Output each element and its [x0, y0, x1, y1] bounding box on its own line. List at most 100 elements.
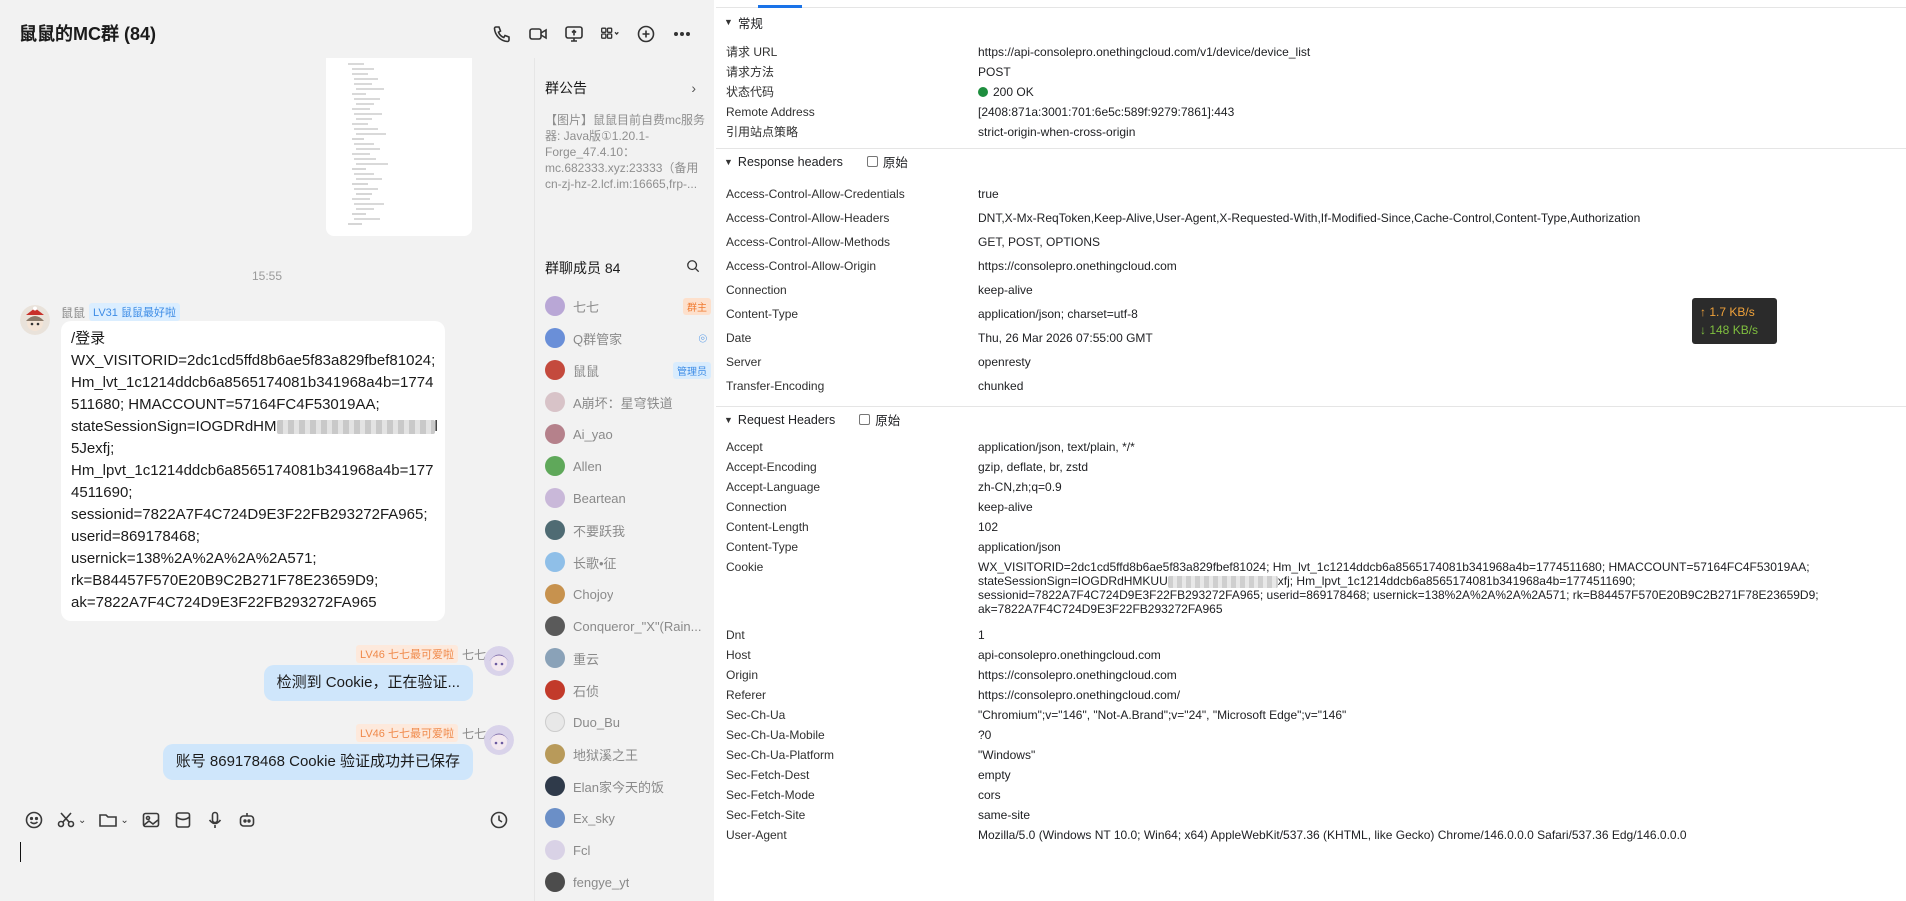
- microphone-icon[interactable]: [205, 810, 225, 830]
- message-list[interactable]: 15:55 鼠鼠 LV31 鼠鼠最好啦 /登录 WX_VISITORID=2dc…: [0, 58, 534, 798]
- member-item[interactable]: 地狱溪之王: [545, 742, 711, 766]
- apps-grid-icon[interactable]: [592, 22, 628, 46]
- header-value[interactable]: keep-alive: [978, 500, 1033, 514]
- group-notice-title[interactable]: 群公告: [545, 78, 587, 98]
- sender-name[interactable]: 七七: [462, 725, 486, 742]
- header-value[interactable]: application/json, text/plain, */*: [978, 440, 1135, 454]
- history-clock-icon[interactable]: [489, 810, 509, 830]
- video-call-icon[interactable]: [520, 22, 556, 46]
- raw-toggle[interactable]: 原始: [859, 410, 900, 429]
- header-value[interactable]: https://consolepro.onethingcloud.com/: [978, 688, 1180, 702]
- raw-checkbox[interactable]: [859, 414, 871, 425]
- section-response-headers[interactable]: ▼ Response headers 原始: [716, 148, 1906, 174]
- member-name: Ai_yao: [573, 426, 613, 442]
- sender-name[interactable]: 七七: [462, 646, 486, 663]
- member-item[interactable]: Fcl: [545, 838, 711, 862]
- robot-icon[interactable]: [237, 810, 257, 830]
- group-notice-text[interactable]: 【图片】鼠鼠目前自费mc服务器: Java版①1.20.1-Forge_47.4…: [545, 112, 705, 192]
- member-item[interactable]: 石侦: [545, 678, 711, 702]
- raw-checkbox[interactable]: [866, 156, 878, 167]
- header-value[interactable]: keep-alive: [978, 283, 1033, 297]
- header-value[interactable]: ?0: [978, 728, 991, 742]
- header-value[interactable]: 102: [978, 520, 998, 534]
- header-value[interactable]: https://consolepro.onethingcloud.com: [978, 259, 1177, 273]
- raw-toggle[interactable]: 原始: [866, 152, 908, 171]
- avatar[interactable]: [20, 305, 50, 335]
- screen-share-icon[interactable]: [556, 22, 592, 46]
- member-item[interactable]: Q群管家 ⌾: [545, 326, 711, 350]
- chevron-down-icon[interactable]: ⌄: [120, 815, 128, 826]
- member-item[interactable]: Ex_sky: [545, 806, 711, 830]
- header-value[interactable]: https://consolepro.onethingcloud.com: [978, 668, 1177, 682]
- chevron-right-icon[interactable]: ›: [691, 80, 696, 96]
- triangle-down-icon[interactable]: ▼: [724, 415, 733, 425]
- member-item[interactable]: Allen: [545, 454, 711, 478]
- section-request-headers[interactable]: ▼ Request Headers 原始: [716, 406, 1906, 432]
- header-value[interactable]: https://api-consolepro.onethingcloud.com…: [978, 45, 1310, 59]
- triangle-down-icon[interactable]: ▼: [724, 17, 733, 27]
- header-value[interactable]: application/json; charset=utf-8: [978, 307, 1138, 321]
- header-value[interactable]: [2408:871a:3001:701:6e5c:589f:9279:7861]…: [978, 105, 1234, 119]
- header-value[interactable]: GET, POST, OPTIONS: [978, 235, 1100, 249]
- cookie-value[interactable]: WX_VISITORID=2dc1cd5ffd8b6ae5f83a829fbef…: [978, 560, 1819, 616]
- member-item[interactable]: Elan家今天的饭: [545, 774, 711, 798]
- header-value[interactable]: DNT,X-Mx-ReqToken,Keep-Alive,User-Agent,…: [978, 211, 1640, 225]
- member-item[interactable]: Conqueror_"X"(Rain...: [545, 614, 711, 638]
- header-value[interactable]: same-site: [978, 808, 1030, 822]
- sender-line: LV46 七七最可爱啦 七七: [356, 645, 486, 663]
- header-value[interactable]: zh-CN,zh;q=0.9: [978, 480, 1062, 494]
- message-bubble[interactable]: 检测到 Cookie，正在验证...: [263, 665, 473, 701]
- header-value[interactable]: "Windows": [978, 748, 1035, 762]
- header-value[interactable]: chunked: [978, 379, 1023, 393]
- member-item[interactable]: 长歌•征: [545, 550, 711, 574]
- avatar[interactable]: [484, 725, 514, 755]
- message-bubble[interactable]: /登录 WX_VISITORID=2dc1cd5ffd8b6ae5f83a829…: [61, 321, 445, 621]
- message-input-caret[interactable]: [20, 842, 21, 862]
- member-item[interactable]: 七七 群主: [545, 294, 711, 318]
- header-key: Origin: [726, 668, 759, 682]
- member-avatar: [545, 712, 565, 732]
- triangle-down-icon[interactable]: ▼: [724, 157, 733, 167]
- member-item[interactable]: fengye_yt: [545, 870, 711, 894]
- member-item[interactable]: A崩坏：星穹铁道: [545, 390, 711, 414]
- network-speed-widget[interactable]: ↑ 1.7 KB/s ↓ 148 KB/s: [1692, 298, 1777, 344]
- image-message[interactable]: [326, 58, 472, 236]
- add-circle-icon[interactable]: [628, 22, 664, 46]
- screenshot-icon[interactable]: ⌄: [56, 810, 86, 830]
- status-code-value[interactable]: 200 OK: [978, 85, 1034, 99]
- chevron-down-icon[interactable]: ⌄: [78, 815, 86, 826]
- member-item[interactable]: Duo_Bu: [545, 710, 711, 734]
- header-value[interactable]: cors: [978, 788, 1001, 802]
- section-general[interactable]: ▼ 常规: [716, 9, 1906, 35]
- member-item[interactable]: Beartean: [545, 486, 711, 510]
- member-item[interactable]: Ai_yao: [545, 422, 711, 446]
- phone-call-icon[interactable]: [484, 22, 520, 46]
- header-value[interactable]: true: [978, 187, 999, 201]
- search-icon[interactable]: [686, 259, 700, 278]
- more-icon[interactable]: [664, 22, 700, 46]
- avatar[interactable]: [484, 646, 514, 676]
- red-packet-icon[interactable]: [173, 810, 193, 830]
- header-value[interactable]: application/json: [978, 540, 1061, 554]
- header-value[interactable]: gzip, deflate, br, zstd: [978, 460, 1088, 474]
- image-icon[interactable]: [141, 810, 161, 830]
- header-value[interactable]: Mozilla/5.0 (Windows NT 10.0; Win64; x64…: [978, 828, 1687, 842]
- header-value[interactable]: openresty: [978, 355, 1031, 369]
- header-value[interactable]: empty: [978, 768, 1011, 782]
- header-value[interactable]: "Chromium";v="146", "Not-A.Brand";v="24"…: [978, 708, 1346, 722]
- header-value[interactable]: strict-origin-when-cross-origin: [978, 125, 1135, 139]
- member-item[interactable]: Chojoy: [545, 582, 711, 606]
- sender-name[interactable]: 鼠鼠: [61, 304, 85, 321]
- member-item[interactable]: 鼠鼠 管理员: [545, 358, 711, 382]
- emoji-icon[interactable]: [24, 810, 44, 830]
- header-value[interactable]: 1: [978, 628, 985, 642]
- header-value[interactable]: api-consolepro.onethingcloud.com: [978, 648, 1161, 662]
- member-item[interactable]: 不要跃我: [545, 518, 711, 542]
- header-key: Connection: [726, 500, 787, 514]
- folder-icon[interactable]: ⌄: [98, 810, 129, 830]
- member-item[interactable]: 重云: [545, 646, 711, 670]
- header-value[interactable]: Thu, 26 Mar 2026 07:55:00 GMT: [978, 331, 1153, 345]
- message-bubble[interactable]: 账号 869178468 Cookie 验证成功并已保存: [162, 744, 473, 780]
- header-value[interactable]: POST: [978, 65, 1011, 79]
- message-line: usernick=138%2A%2A%2A%2A571;: [71, 550, 317, 567]
